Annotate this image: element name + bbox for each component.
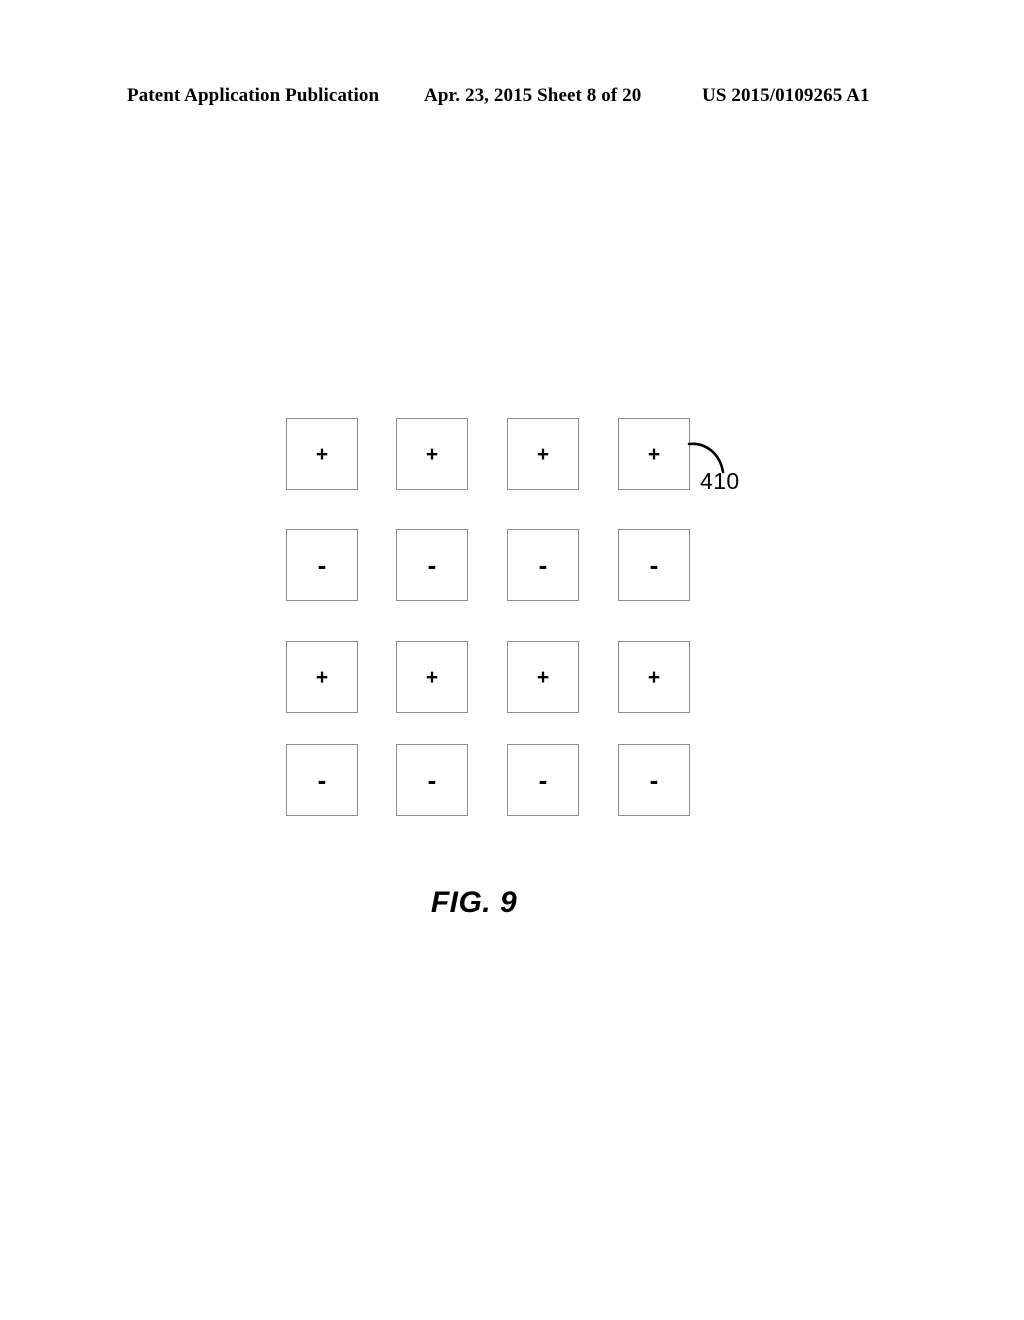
grid-cell-callout-target: + [618, 418, 690, 490]
grid-cell: + [396, 418, 468, 490]
grid-cell: + [618, 641, 690, 713]
minus-sign-icon: - [317, 550, 327, 580]
grid-cell: - [618, 529, 690, 601]
minus-sign-icon: - [649, 765, 659, 795]
minus-sign-icon: - [427, 765, 437, 795]
grid-cell: + [286, 418, 358, 490]
plus-sign-icon: + [536, 665, 550, 689]
minus-sign-icon: - [538, 550, 548, 580]
grid-cell: + [507, 418, 579, 490]
minus-sign-icon: - [427, 550, 437, 580]
grid-cell: + [286, 641, 358, 713]
cell-grid: + + + + - - - - + + + + - - - - [286, 418, 692, 818]
minus-sign-icon: - [649, 550, 659, 580]
grid-cell: - [507, 529, 579, 601]
figure-caption-text: FIG. 9 [430, 886, 518, 919]
figure-9-drawing: + + + + - - - - + + + + - - - - 410 FIG.… [0, 0, 1024, 1320]
grid-row: + + + + [286, 418, 692, 492]
grid-row: - - - - [286, 744, 692, 818]
figure-caption: FIG. 9 [0, 886, 1024, 920]
grid-cell: - [396, 529, 468, 601]
plus-sign-icon: + [647, 665, 661, 689]
minus-sign-icon: - [538, 765, 548, 795]
plus-sign-icon: + [315, 442, 329, 466]
plus-sign-icon: + [425, 442, 439, 466]
grid-cell: + [507, 641, 579, 713]
plus-sign-icon: + [315, 665, 329, 689]
grid-cell: - [396, 744, 468, 816]
grid-row: + + + + [286, 641, 692, 715]
plus-sign-icon: + [536, 442, 550, 466]
minus-sign-icon: - [317, 765, 327, 795]
grid-cell: - [618, 744, 690, 816]
reference-callout-410: 410 [684, 434, 756, 504]
plus-sign-icon: + [425, 665, 439, 689]
grid-cell: - [507, 744, 579, 816]
grid-cell: - [286, 744, 358, 816]
reference-numeral-label: 410 [700, 468, 740, 494]
grid-row: - - - - [286, 529, 692, 603]
plus-sign-icon: + [647, 442, 661, 466]
grid-cell: + [396, 641, 468, 713]
grid-cell: - [286, 529, 358, 601]
